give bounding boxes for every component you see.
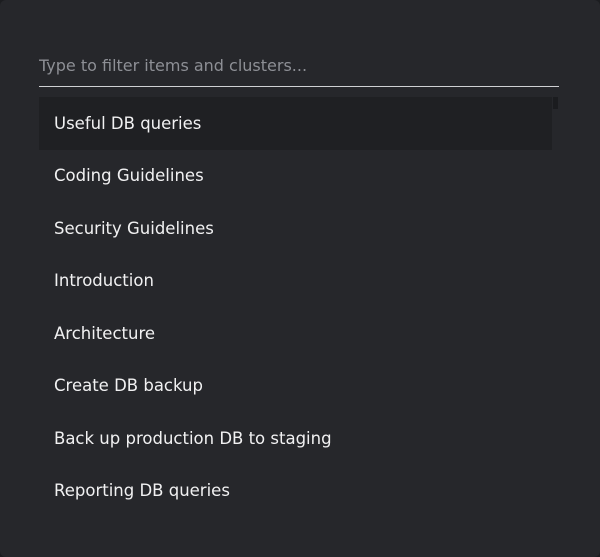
list-item-reporting-db-queries[interactable]: Reporting DB queries	[39, 465, 552, 518]
list-item-label: Useful DB queries	[54, 113, 202, 133]
list-item-label: Reporting DB queries	[54, 481, 230, 501]
filter-search-input[interactable]	[39, 47, 559, 85]
list-item-label: Introduction	[54, 271, 154, 291]
list-item-label: Security Guidelines	[54, 218, 214, 238]
search-field-wrapper	[39, 47, 559, 87]
list-item-create-db-backup[interactable]: Create DB backup	[39, 360, 552, 413]
list-item-security-guidelines[interactable]: Security Guidelines	[39, 202, 552, 255]
results-list: Useful DB queries Coding Guidelines Secu…	[39, 97, 552, 517]
list-item-architecture[interactable]: Architecture	[39, 307, 552, 360]
list-item-label: Create DB backup	[54, 376, 203, 396]
list-item-back-up-production-db[interactable]: Back up production DB to staging	[39, 412, 552, 465]
list-item-useful-db-queries[interactable]: Useful DB queries	[39, 97, 552, 150]
list-item-coding-guidelines[interactable]: Coding Guidelines	[39, 150, 552, 203]
list-item-label: Back up production DB to staging	[54, 428, 332, 448]
list-item-label: Architecture	[54, 323, 156, 343]
list-item-label: Coding Guidelines	[54, 166, 204, 186]
command-palette: Useful DB queries Coding Guidelines Secu…	[0, 0, 600, 557]
list-item-introduction[interactable]: Introduction	[39, 255, 552, 308]
list-scrollbar-thumb[interactable]	[553, 97, 558, 109]
